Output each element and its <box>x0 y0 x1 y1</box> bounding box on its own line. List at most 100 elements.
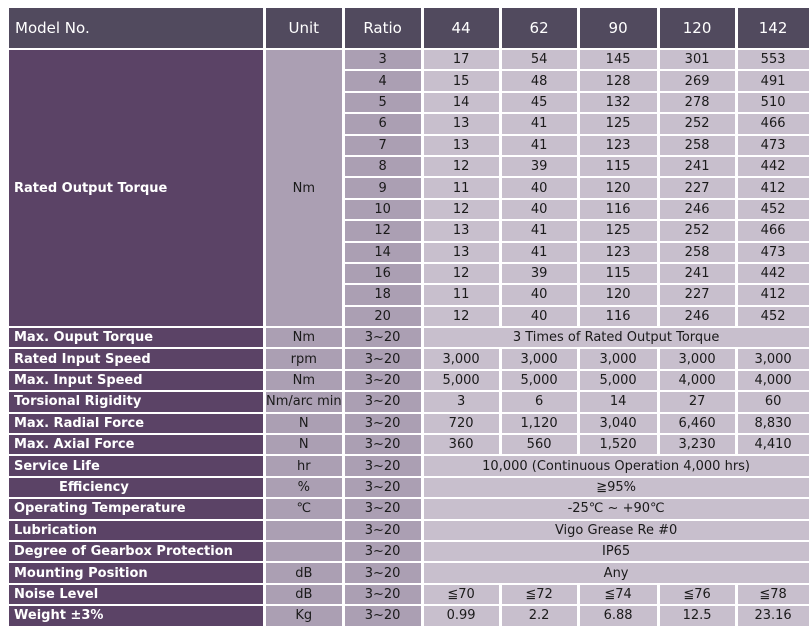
value-cell: 125 <box>579 114 657 134</box>
value-cell: 41 <box>501 221 577 241</box>
ratio-cell: 5 <box>344 92 421 113</box>
value-cell: 553 <box>737 50 809 70</box>
value-cell: 4,000 <box>737 370 809 391</box>
table-row: Torsional Rigidity Nm/arc min 3~20 3 6 14 27 60 <box>9 392 809 412</box>
merged-value-cell: Any <box>423 563 809 583</box>
value-cell: 12 <box>423 306 499 327</box>
value-cell: 123 <box>579 135 657 155</box>
value-cell: 120 <box>579 178 657 198</box>
value-cell: 560 <box>501 435 577 455</box>
value-cell: 473 <box>737 242 809 262</box>
value-cell: 5,000 <box>579 370 657 391</box>
spec-label: Rated Input Speed <box>9 349 263 369</box>
value-cell: 6 <box>501 392 577 412</box>
unit-cell: Nm <box>266 370 342 391</box>
value-cell: 3,000 <box>579 349 657 369</box>
value-cell: 442 <box>737 263 809 284</box>
table-row: Max. Input Speed Nm 3~20 5,000 5,000 5,000 4,0… <box>9 370 809 391</box>
ratio-cell: 4 <box>344 71 421 91</box>
value-cell: 4,000 <box>659 370 735 391</box>
table-row: Degree of Gearbox Protection 3~20 IP65 <box>9 541 809 562</box>
value-cell: 132 <box>579 92 657 113</box>
value-cell: 3,000 <box>659 349 735 369</box>
value-cell: 6,460 <box>659 413 735 434</box>
value-cell: 115 <box>579 156 657 177</box>
unit-cell: N <box>266 435 342 455</box>
ratio-cell: 3~20 <box>344 413 421 434</box>
model-header: 142 <box>737 8 809 48</box>
rated-output-torque-unit: Nm <box>266 50 342 327</box>
rated-output-torque-label: Rated Output Torque <box>9 50 263 327</box>
value-cell: 13 <box>423 221 499 241</box>
spec-label: Degree of Gearbox Protection <box>9 541 263 562</box>
value-cell: 13 <box>423 135 499 155</box>
value-cell: 473 <box>737 135 809 155</box>
ratio-cell: 18 <box>344 285 421 305</box>
ratio-cell: 3~20 <box>344 435 421 455</box>
ratio-cell: 3~20 <box>344 520 421 540</box>
value-cell: 128 <box>579 71 657 91</box>
spec-label: Max. Input Speed <box>9 370 263 391</box>
value-cell: 14 <box>579 392 657 412</box>
value-cell: ≦76 <box>659 584 735 605</box>
value-cell: ≦78 <box>737 584 809 605</box>
value-cell: ≦70 <box>423 584 499 605</box>
value-cell: 3,040 <box>579 413 657 434</box>
value-cell: 491 <box>737 71 809 91</box>
value-cell: 14 <box>423 92 499 113</box>
value-cell: 120 <box>579 285 657 305</box>
ratio-cell: 3~20 <box>344 456 421 476</box>
spec-label: Mounting Position <box>9 563 263 583</box>
value-cell: 12 <box>423 263 499 284</box>
value-cell: 1,520 <box>579 435 657 455</box>
value-cell: 301 <box>659 50 735 70</box>
value-cell: 2.2 <box>501 606 577 626</box>
value-cell: 452 <box>737 199 809 220</box>
unit-cell: rpm <box>266 349 342 369</box>
model-header: 44 <box>423 8 499 48</box>
value-cell: ≦74 <box>579 584 657 605</box>
table-row: Lubrication 3~20 Vigo Grease Re #0 <box>9 520 809 540</box>
table-row: Rated Input Speed rpm 3~20 3,000 3,000 3,000 3… <box>9 349 809 369</box>
value-cell: 466 <box>737 114 809 134</box>
ratio-cell: 3~20 <box>344 584 421 605</box>
ratio-cell: 6 <box>344 114 421 134</box>
unit-cell: dB <box>266 584 342 605</box>
ratio-cell: 16 <box>344 263 421 284</box>
value-cell: 252 <box>659 114 735 134</box>
value-cell: 412 <box>737 285 809 305</box>
merged-value-cell: IP65 <box>423 541 809 562</box>
value-cell: 258 <box>659 242 735 262</box>
merged-value-cell: 3 Times of Rated Output Torque <box>423 328 809 348</box>
ratio-cell: 3~20 <box>344 606 421 626</box>
ratio-cell: 3~20 <box>344 477 421 498</box>
value-cell: 720 <box>423 413 499 434</box>
value-cell: 246 <box>659 199 735 220</box>
value-cell: 412 <box>737 178 809 198</box>
unit-cell: Nm <box>266 328 342 348</box>
table-row: Max. Radial Force N 3~20 720 1,120 3,040 6,460… <box>9 413 809 434</box>
value-cell: 3,000 <box>737 349 809 369</box>
rated-output-torque-section: Rated Output Torque Nm 3 17 54 145 301 553 4 15 48… <box>9 50 809 327</box>
model-header: 62 <box>501 8 577 48</box>
table-row: Max. Axial Force N 3~20 360 560 1,520 3,230 4,4… <box>9 435 809 455</box>
value-cell: 125 <box>579 221 657 241</box>
value-cell: 246 <box>659 306 735 327</box>
value-cell: 3,000 <box>423 349 499 369</box>
value-cell: 13 <box>423 114 499 134</box>
table-row: Mounting Position dB 3~20 Any <box>9 563 809 583</box>
value-cell: 241 <box>659 156 735 177</box>
unit-cell: N <box>266 413 342 434</box>
ratio-cell: 20 <box>344 306 421 327</box>
unit-cell: hr <box>266 456 342 476</box>
ratio-cell: 10 <box>344 199 421 220</box>
model-header: 90 <box>579 8 657 48</box>
merged-value-cell: 10,000 (Continuous Operation 4,000 hrs) <box>423 456 809 476</box>
value-cell: 145 <box>579 50 657 70</box>
value-cell: 258 <box>659 135 735 155</box>
ratio-cell: 7 <box>344 135 421 155</box>
value-cell: 12 <box>423 199 499 220</box>
ratio-cell: 3~20 <box>344 541 421 562</box>
value-cell: 252 <box>659 221 735 241</box>
value-cell: 12.5 <box>659 606 735 626</box>
